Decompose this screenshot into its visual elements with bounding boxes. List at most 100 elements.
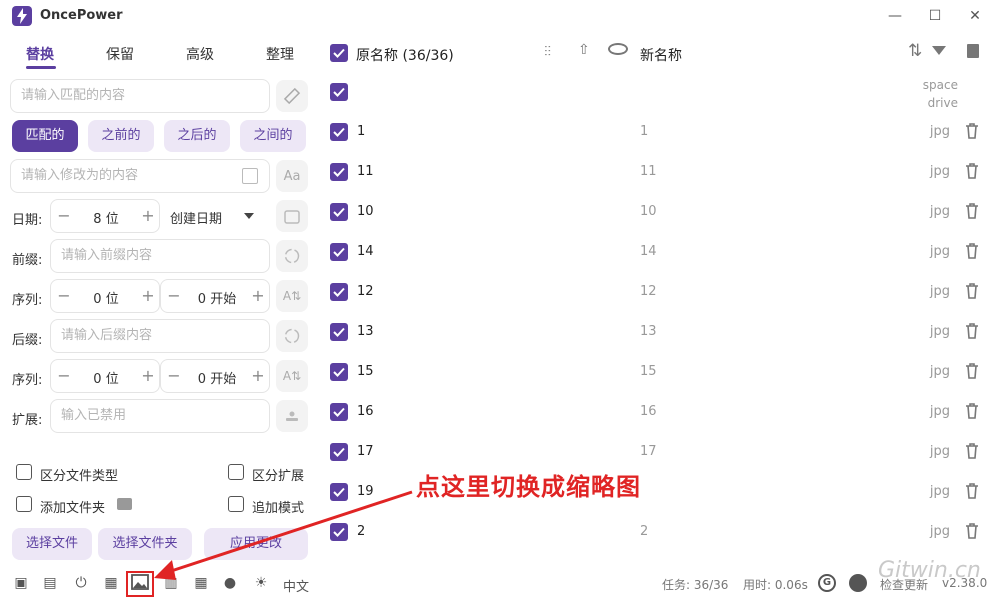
delete-icon[interactable]	[964, 522, 980, 540]
delete-icon[interactable]	[964, 242, 980, 260]
prefix-label: 前缀:	[12, 253, 43, 268]
plus-icon[interactable]: +	[251, 286, 265, 305]
row-checkbox[interactable]	[330, 323, 348, 341]
sequence-order-icon[interactable]: A⇅	[276, 280, 308, 312]
table-row[interactable]: 16 16 jpg	[330, 394, 990, 434]
close-button[interactable]: ✕	[960, 6, 990, 28]
calendar-button-icon[interactable]	[276, 200, 308, 232]
watermark: Gitwin.cn	[878, 558, 981, 583]
mode-match-button[interactable]: 匹配的	[12, 120, 78, 152]
power-icon[interactable]: ⏻	[72, 574, 90, 592]
refresh-icon[interactable]	[276, 320, 308, 352]
waveform-icon[interactable]: ⫶⫶	[544, 44, 551, 60]
mode-after-button[interactable]: 之后的	[164, 120, 230, 152]
delete-icon[interactable]	[964, 322, 980, 340]
row-checkbox[interactable]	[330, 443, 348, 461]
delete-icon[interactable]	[964, 442, 980, 460]
select-file-button[interactable]: 选择文件	[12, 528, 92, 560]
google-icon[interactable]: G	[818, 574, 836, 592]
table-header: 原名称 (36/36) ⫶⫶ ⇧ 新名称 ⇅	[330, 34, 990, 72]
share-icon[interactable]: ⇧	[578, 42, 590, 58]
tab-keep[interactable]: 保留	[106, 44, 134, 64]
match-input[interactable]: 请输入匹配的内容	[10, 79, 270, 113]
tab-organize[interactable]: 整理	[266, 44, 294, 64]
row-checkbox[interactable]	[330, 283, 348, 301]
delete-icon[interactable]	[964, 122, 980, 140]
extension-input[interactable]: 输入已禁用	[50, 399, 270, 433]
calendar-icon[interactable]	[242, 168, 258, 184]
minus-icon[interactable]: −	[57, 206, 71, 225]
row-checkbox[interactable]	[330, 363, 348, 381]
table-row[interactable]: 2 2 jpg	[330, 514, 990, 554]
sequence-start-stepper[interactable]: − 0 开始 +	[160, 279, 270, 313]
delete-icon[interactable]	[964, 282, 980, 300]
add-folder-checkbox[interactable]	[16, 496, 32, 512]
modify-input[interactable]: 请输入修改为的内容	[10, 159, 270, 193]
minus-icon[interactable]: −	[167, 366, 181, 385]
tab-advanced[interactable]: 高级	[186, 44, 214, 64]
app-logo-icon	[12, 6, 32, 26]
eye-icon[interactable]	[608, 43, 628, 55]
table-row[interactable]: 13 13 jpg	[330, 314, 990, 354]
chevron-down-icon[interactable]	[244, 213, 254, 219]
file-ext: jpg	[929, 364, 950, 379]
minimize-button[interactable]: —	[880, 6, 910, 28]
table-row[interactable]: 1 1 jpg	[330, 114, 990, 154]
plus-icon[interactable]: +	[141, 366, 155, 385]
distinguish-ext-checkbox[interactable]	[228, 464, 244, 480]
sequence2-start-stepper[interactable]: − 0 开始 +	[160, 359, 270, 393]
ruler-icon[interactable]	[276, 80, 308, 112]
file-ext: jpg	[929, 324, 950, 339]
table-row[interactable]: 10 10 jpg	[330, 194, 990, 234]
date-digits-stepper[interactable]: − 8 位 +	[50, 199, 160, 233]
filter-icon[interactable]	[932, 46, 946, 55]
refresh-icon[interactable]	[276, 240, 308, 272]
sequence-digits-stepper[interactable]: − 0 位 +	[50, 279, 160, 313]
original-name: 13	[357, 324, 374, 339]
plus-icon[interactable]: +	[141, 206, 155, 225]
row-checkbox[interactable]	[330, 123, 348, 141]
date-type-select[interactable]: 创建日期	[170, 208, 222, 227]
delete-icon[interactable]	[964, 402, 980, 420]
plus-icon[interactable]: +	[251, 366, 265, 385]
table-row[interactable]: 11 11 jpg	[330, 154, 990, 194]
log-icon[interactable]: ▤	[41, 574, 59, 592]
row-checkbox[interactable]	[330, 203, 348, 221]
minus-icon[interactable]: −	[57, 286, 71, 305]
plus-icon[interactable]: +	[141, 286, 155, 305]
sort-icon[interactable]: ⇅	[908, 41, 922, 61]
suffix-input[interactable]: 请输入后缀内容	[50, 319, 270, 353]
delete-icon[interactable]	[964, 202, 980, 220]
extension-icon[interactable]	[276, 400, 308, 432]
delete-icon[interactable]	[964, 162, 980, 180]
delete-icon[interactable]	[964, 482, 980, 500]
sequence2-digits-stepper[interactable]: − 0 位 +	[50, 359, 160, 393]
delete-all-icon[interactable]	[967, 44, 979, 58]
tab-replace[interactable]: 替换	[26, 44, 54, 64]
row-checkbox[interactable]	[330, 163, 348, 181]
minus-icon[interactable]: −	[167, 286, 181, 305]
mode-between-button[interactable]: 之间的	[240, 120, 306, 152]
minus-icon[interactable]: −	[57, 366, 71, 385]
row-checkbox[interactable]	[330, 243, 348, 261]
select-all-checkbox[interactable]	[330, 44, 348, 62]
maximize-button[interactable]: ☐	[920, 6, 950, 28]
table-row[interactable]: space drive	[330, 74, 990, 114]
row-checkbox[interactable]	[330, 403, 348, 421]
github-icon[interactable]	[849, 574, 867, 592]
prefix-input[interactable]: 请输入前缀内容	[50, 239, 270, 273]
delete-icon[interactable]	[964, 362, 980, 380]
mode-before-button[interactable]: 之前的	[88, 120, 154, 152]
table-row[interactable]: 15 15 jpg	[330, 354, 990, 394]
case-icon[interactable]: Aa	[276, 160, 308, 192]
table-row[interactable]: 14 14 jpg	[330, 234, 990, 274]
sequence-order-icon[interactable]: A⇅	[276, 360, 308, 392]
distinguish-type-checkbox[interactable]	[16, 464, 32, 480]
file-settings-icon[interactable]: ▦	[102, 574, 120, 592]
row-checkbox[interactable]	[330, 83, 348, 101]
file-ext: jpg	[929, 164, 950, 179]
save-icon[interactable]: ▣	[12, 574, 30, 592]
distinguish-ext-label: 区分扩展	[252, 469, 305, 484]
time-status: 用时: 0.06s	[743, 578, 808, 592]
table-row[interactable]: 12 12 jpg	[330, 274, 990, 314]
